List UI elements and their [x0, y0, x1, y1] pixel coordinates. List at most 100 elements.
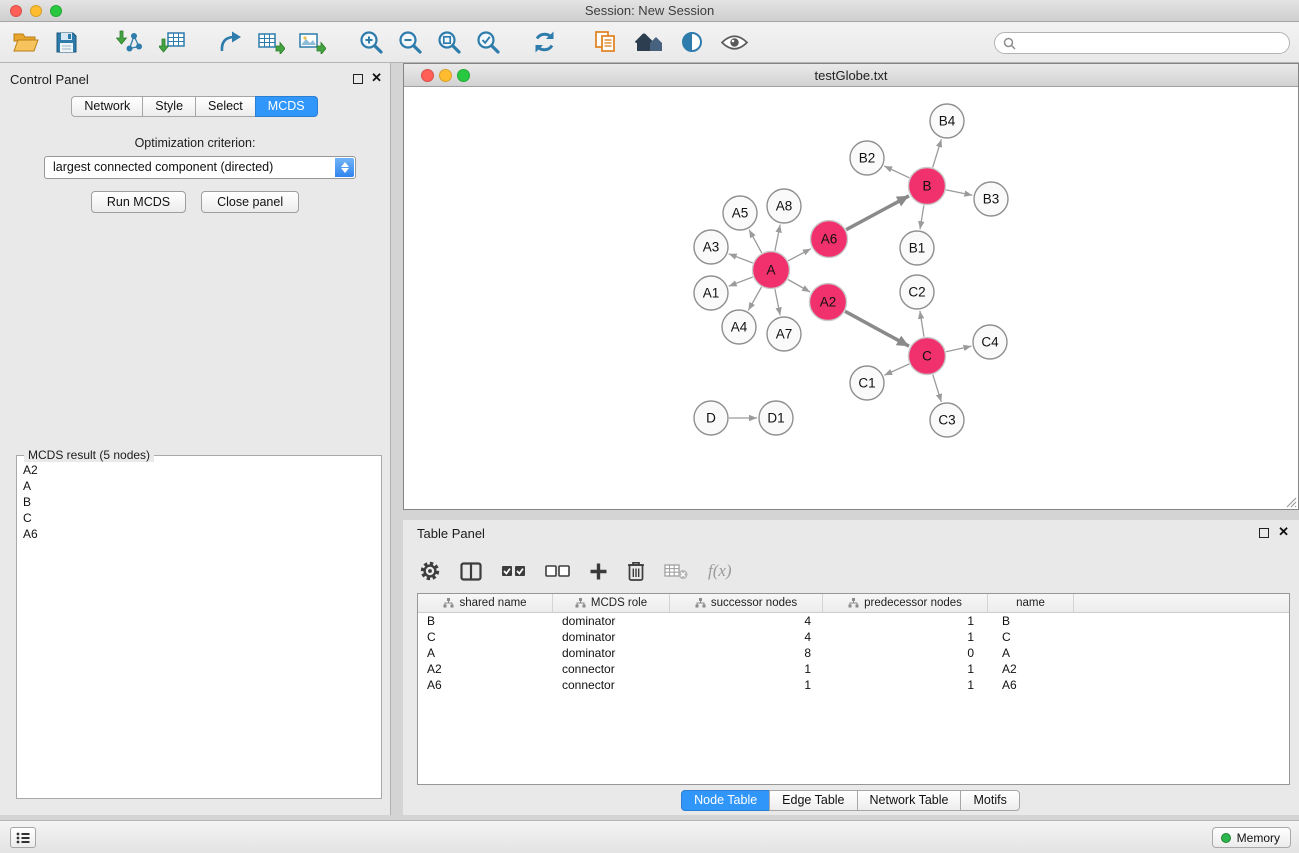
list-item[interactable]: B: [23, 494, 375, 510]
zoom-selected-icon[interactable]: [476, 27, 501, 57]
function-builder-button[interactable]: f(x): [708, 561, 732, 581]
cell-mcds-role[interactable]: connector: [553, 678, 670, 692]
table-row[interactable]: C dominator 4 1 C: [418, 629, 1289, 645]
cell-successor-nodes[interactable]: 4: [670, 614, 823, 628]
cell-shared-name[interactable]: A: [418, 646, 553, 660]
zoom-in-icon[interactable]: [359, 27, 384, 57]
graph-node-A7[interactable]: A7: [767, 317, 801, 351]
dropdown-stepper-icon[interactable]: [335, 158, 354, 177]
close-view-button[interactable]: [421, 69, 434, 82]
graph-node-A4[interactable]: A4: [722, 310, 756, 344]
table-row[interactable]: A2 connector 1 1 A2: [418, 661, 1289, 677]
cell-name[interactable]: A: [988, 646, 1074, 660]
graph-edge-C-C1[interactable]: [884, 364, 909, 375]
graphics-details-icon[interactable]: [680, 27, 704, 57]
add-column-icon[interactable]: [589, 556, 608, 586]
delete-column-icon[interactable]: [664, 556, 689, 586]
tab-edge-table[interactable]: Edge Table: [769, 790, 857, 811]
graph-node-A3[interactable]: A3: [694, 230, 728, 264]
table-row[interactable]: A dominator 8 0 A: [418, 645, 1289, 661]
float-table-panel-icon[interactable]: [1259, 528, 1269, 538]
graph-node-A1[interactable]: A1: [694, 276, 728, 310]
cell-shared-name[interactable]: C: [418, 630, 553, 644]
graph-edge-A6-B[interactable]: [846, 196, 909, 230]
zoom-fit-icon[interactable]: [437, 27, 462, 57]
cell-predecessor-nodes[interactable]: 0: [823, 646, 988, 660]
graph-node-B2[interactable]: B2: [850, 141, 884, 175]
list-item[interactable]: A6: [23, 526, 375, 542]
memory-button[interactable]: Memory: [1212, 827, 1291, 848]
close-table-panel-icon[interactable]: ✕: [1278, 524, 1289, 540]
cell-successor-nodes[interactable]: 4: [670, 630, 823, 644]
tab-mcds[interactable]: MCDS: [255, 96, 318, 117]
graph-edge-A-A2[interactable]: [788, 280, 810, 293]
graph-node-A5[interactable]: A5: [723, 196, 757, 230]
cell-name[interactable]: A6: [988, 678, 1074, 692]
float-panel-icon[interactable]: [353, 74, 363, 84]
cell-predecessor-nodes[interactable]: 1: [823, 630, 988, 644]
home-icon[interactable]: [634, 27, 664, 57]
cell-successor-nodes[interactable]: 1: [670, 662, 823, 676]
import-network-icon[interactable]: [116, 27, 143, 57]
cell-name[interactable]: B: [988, 614, 1074, 628]
columns-icon[interactable]: [460, 556, 482, 586]
export-table-icon[interactable]: [257, 27, 285, 57]
table-row[interactable]: B dominator 4 1 B: [418, 613, 1289, 629]
network-canvas[interactable]: B4B2BB3A8A5A6A3B1AC2A1A2A4A7C4CC1C3DD1: [404, 88, 1298, 509]
graph-node-A6[interactable]: A6: [811, 221, 848, 258]
save-session-icon[interactable]: [55, 27, 78, 57]
search-field[interactable]: [994, 32, 1290, 54]
list-item[interactable]: A2: [23, 462, 375, 478]
trash-icon[interactable]: [627, 556, 645, 586]
graph-node-B4[interactable]: B4: [930, 104, 964, 138]
graph-edge-A2-C[interactable]: [845, 311, 909, 346]
graph-edge-A-A7[interactable]: [775, 289, 780, 315]
column-header-successor-nodes[interactable]: successor nodes: [670, 594, 823, 612]
graph-node-A2[interactable]: A2: [810, 284, 847, 321]
graph-edge-A-A4[interactable]: [748, 287, 761, 310]
open-file-icon[interactable]: [12, 27, 40, 57]
graph-node-C1[interactable]: C1: [850, 366, 884, 400]
eye-icon[interactable]: [720, 27, 749, 57]
graph-edge-A-A1[interactable]: [729, 277, 753, 286]
cell-shared-name[interactable]: A6: [418, 678, 553, 692]
close-window-button[interactable]: [10, 5, 22, 17]
tab-node-table[interactable]: Node Table: [681, 790, 770, 811]
import-table-icon[interactable]: [159, 27, 186, 57]
minimize-window-button[interactable]: [30, 5, 42, 17]
cell-name[interactable]: C: [988, 630, 1074, 644]
network-graph[interactable]: B4B2BB3A8A5A6A3B1AC2A1A2A4A7C4CC1C3DD1: [404, 88, 1298, 509]
graph-edge-C-C2[interactable]: [920, 311, 924, 337]
network-window-titlebar[interactable]: testGlobe.txt: [404, 64, 1298, 87]
graph-node-C3[interactable]: C3: [930, 403, 964, 437]
resize-grip[interactable]: [1285, 496, 1297, 508]
graph-node-B[interactable]: B: [909, 168, 946, 205]
run-mcds-button[interactable]: Run MCDS: [91, 191, 186, 213]
column-header-predecessor-nodes[interactable]: predecessor nodes: [823, 594, 988, 612]
graph-edge-A-A3[interactable]: [729, 254, 753, 263]
graph-node-A[interactable]: A: [753, 252, 790, 289]
close-panel-button[interactable]: Close panel: [201, 191, 299, 213]
select-all-icon[interactable]: [501, 556, 526, 586]
list-item[interactable]: C: [23, 510, 375, 526]
tab-select[interactable]: Select: [195, 96, 256, 117]
cell-successor-nodes[interactable]: 8: [670, 646, 823, 660]
graph-edge-B-B4[interactable]: [933, 139, 942, 167]
criterion-dropdown[interactable]: largest connected component (directed): [44, 156, 356, 179]
column-header-name[interactable]: name: [988, 594, 1074, 612]
tab-motifs[interactable]: Motifs: [960, 790, 1019, 811]
column-header-mcds-role[interactable]: MCDS role: [553, 594, 670, 612]
gear-icon[interactable]: [419, 556, 441, 586]
tab-network[interactable]: Network: [71, 96, 143, 117]
graph-node-D[interactable]: D: [694, 401, 728, 435]
tab-style[interactable]: Style: [142, 96, 196, 117]
close-panel-icon[interactable]: ✕: [371, 70, 382, 86]
graph-node-B1[interactable]: B1: [900, 231, 934, 265]
graph-node-C[interactable]: C: [909, 338, 946, 375]
graph-edge-B-B3[interactable]: [946, 190, 972, 195]
cell-mcds-role[interactable]: dominator: [553, 646, 670, 660]
graph-node-C2[interactable]: C2: [900, 275, 934, 309]
graph-edge-B-B1[interactable]: [920, 205, 924, 229]
cell-successor-nodes[interactable]: 1: [670, 678, 823, 692]
graph-node-D1[interactable]: D1: [759, 401, 793, 435]
